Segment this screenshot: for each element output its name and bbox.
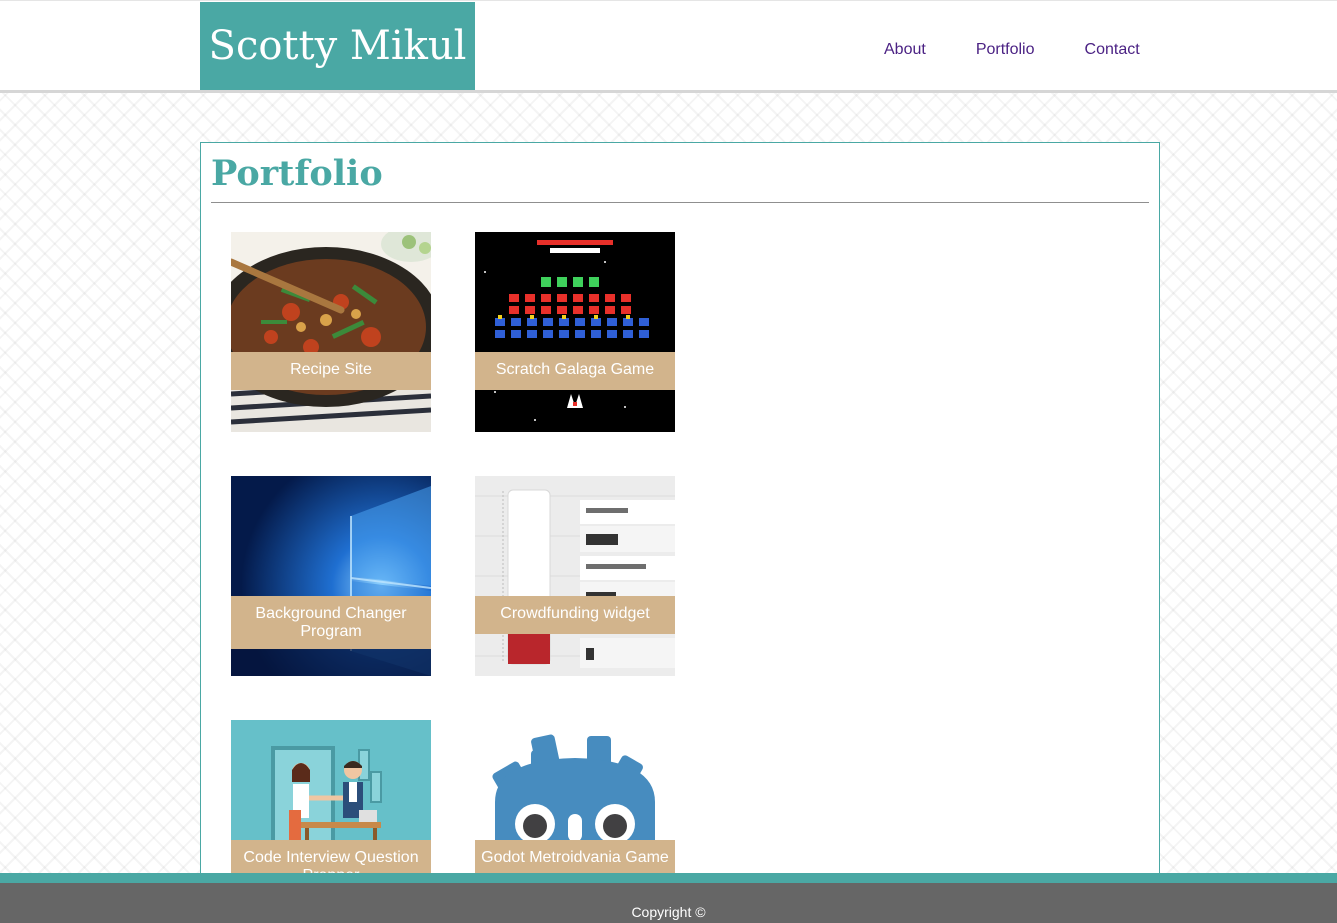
project-caption: Recipe Site xyxy=(231,352,431,390)
portfolio-panel: Portfolio Recipe Site Scratch Galaga Gam… xyxy=(200,142,1160,920)
nav-link-portfolio[interactable]: Portfolio xyxy=(976,41,1035,59)
project-card-background-changer-program[interactable]: Background Changer Program xyxy=(231,476,431,676)
footer-accent-bar xyxy=(0,873,1337,883)
nav-link-contact[interactable]: Contact xyxy=(1085,41,1140,59)
crowdfunding-thermometer-image xyxy=(475,476,675,676)
main-nav: About Portfolio Contact xyxy=(884,41,1190,59)
site-logo[interactable]: Scotty Mikul xyxy=(200,2,475,90)
site-footer: Copyright © xyxy=(0,883,1337,923)
page-title: Portfolio xyxy=(211,153,383,194)
project-card-scratch-galaga-game[interactable]: Scratch Galaga Game xyxy=(475,232,675,432)
project-caption: Scratch Galaga Game xyxy=(475,352,675,390)
site-header: Scotty Mikul About Portfolio Contact xyxy=(0,0,1337,93)
galaga-screenshot-image xyxy=(475,232,675,432)
project-caption: Crowdfunding widget xyxy=(475,596,675,634)
title-divider xyxy=(211,202,1149,203)
project-card-recipe-site[interactable]: Recipe Site xyxy=(231,232,431,432)
project-caption: Background Changer Program xyxy=(231,596,431,649)
copyright-text: Copyright © xyxy=(631,904,706,920)
nav-link-about[interactable]: About xyxy=(884,41,926,59)
stir-fry-wok-image xyxy=(231,232,431,432)
project-card-crowdfunding-widget[interactable]: Crowdfunding widget xyxy=(475,476,675,676)
